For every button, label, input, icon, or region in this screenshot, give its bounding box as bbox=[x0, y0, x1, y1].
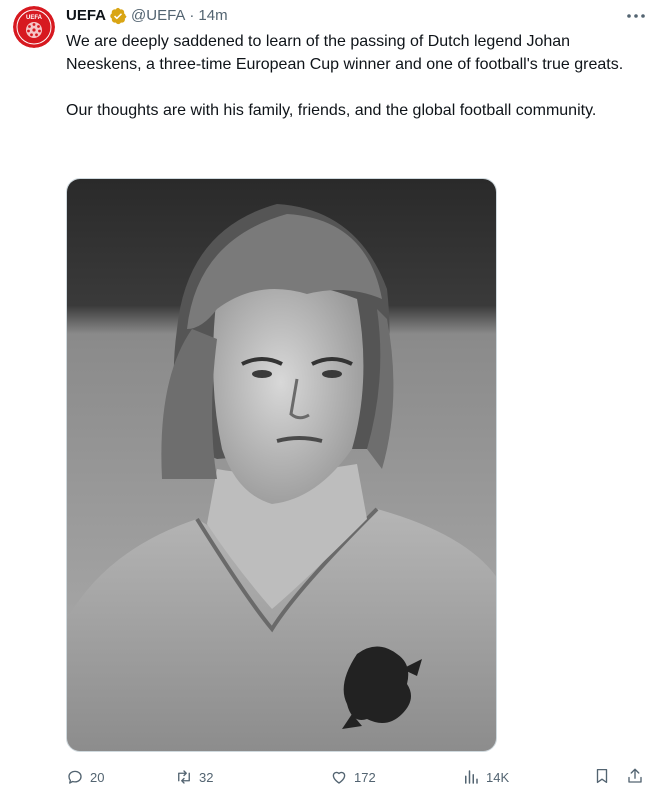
timestamp[interactable]: 14m bbox=[198, 6, 227, 26]
tweet-header: UEFA @UEFA · 14m bbox=[66, 6, 228, 26]
views-button[interactable]: 14K bbox=[462, 766, 509, 788]
like-button[interactable]: 172 bbox=[330, 766, 376, 788]
tweet: UEFA UEFA @UEFA · 14m We are deeply sadd… bbox=[0, 0, 666, 792]
reply-count: 20 bbox=[90, 769, 105, 785]
svg-text:UEFA: UEFA bbox=[26, 15, 43, 21]
avatar[interactable]: UEFA bbox=[13, 6, 55, 48]
separator: · bbox=[189, 7, 195, 24]
heart-icon bbox=[332, 771, 346, 784]
tweet-actions: 20 32 172 14K bbox=[66, 766, 656, 788]
bookmark-button[interactable] bbox=[593, 766, 611, 788]
view-count: 14K bbox=[486, 769, 510, 785]
more-horizontal-icon[interactable] bbox=[624, 6, 648, 26]
reply-icon bbox=[68, 770, 82, 784]
author-handle[interactable]: @UEFA bbox=[131, 6, 185, 26]
tweet-text: We are deeply saddened to learn of the p… bbox=[66, 30, 636, 122]
bookmark-icon bbox=[593, 767, 611, 788]
share-icon bbox=[626, 767, 644, 788]
author-name[interactable]: UEFA bbox=[66, 6, 106, 26]
repost-count: 32 bbox=[199, 769, 214, 785]
repost-button[interactable]: 32 bbox=[175, 766, 213, 788]
uefa-logo-icon: UEFA bbox=[13, 6, 55, 48]
tweet-paragraph: We are deeply saddened to learn of the p… bbox=[66, 33, 624, 73]
views-icon bbox=[465, 770, 478, 784]
like-count: 172 bbox=[354, 769, 376, 785]
verified-badge-icon bbox=[109, 7, 127, 25]
share-button[interactable] bbox=[626, 766, 644, 788]
photo-image bbox=[67, 179, 496, 751]
tweet-photo[interactable] bbox=[66, 178, 497, 752]
reply-button[interactable]: 20 bbox=[66, 766, 104, 788]
tweet-paragraph: Our thoughts are with his family, friend… bbox=[66, 102, 597, 119]
repost-icon bbox=[178, 770, 190, 784]
